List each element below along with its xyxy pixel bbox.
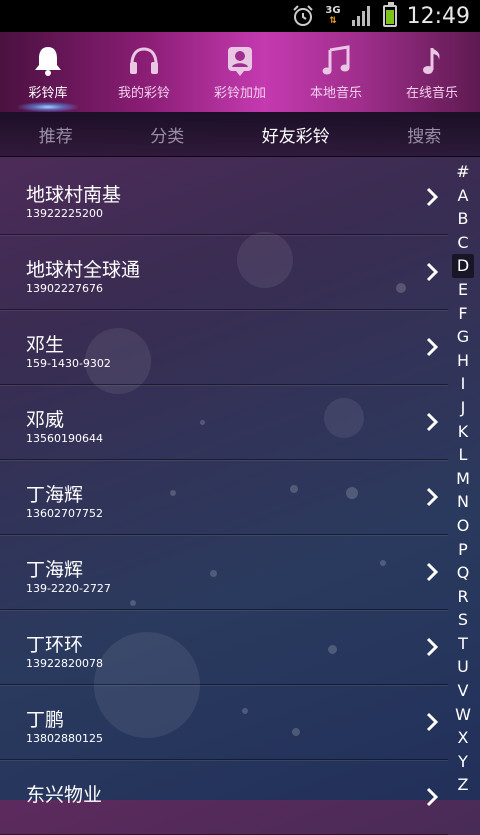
index-letter[interactable]: G (452, 325, 474, 349)
contact-row[interactable]: 邓生 159-1430-9302 (0, 310, 448, 385)
chevron-right-icon (426, 562, 438, 582)
contact-name: 丁环环 (26, 634, 84, 656)
contact-name: 东兴物业 (26, 784, 103, 806)
tab-online-music[interactable]: 在线音乐 (384, 32, 480, 112)
tab-label: 在线音乐 (405, 85, 458, 101)
music-note-double-icon (322, 44, 350, 74)
tab-ringtone-plus[interactable]: 彩铃加加 (192, 32, 288, 112)
contact-name: 地球村南基 (26, 184, 122, 206)
active-tab-glow (18, 102, 78, 112)
index-letter[interactable]: H (452, 349, 474, 373)
tab-label: 我的彩铃 (117, 85, 170, 101)
index-letter[interactable]: U (452, 655, 474, 679)
contact-name: 邓生 (26, 334, 65, 356)
contact-card-icon (228, 46, 252, 76)
index-letter[interactable]: O (452, 514, 474, 538)
index-letter[interactable]: Y (452, 750, 474, 774)
contact-list: 地球村南基 13922225200 地球村全球通 13902227676 邓生 … (0, 160, 448, 835)
contact-row[interactable]: 东兴物业 (0, 760, 448, 835)
chevron-right-icon (426, 412, 438, 432)
index-letter[interactable]: D (452, 254, 474, 278)
contact-row[interactable]: 邓威 13560190644 (0, 385, 448, 460)
index-letter[interactable]: A (452, 184, 474, 208)
index-letter[interactable]: N (452, 490, 474, 514)
index-letter[interactable]: E (452, 278, 474, 302)
contact-name: 丁海辉 (26, 484, 84, 506)
chevron-right-icon (426, 712, 438, 732)
index-letter[interactable]: T (452, 632, 474, 656)
top-tab-bar: 彩铃库 我的彩铃 彩铃加加 本地音乐 在线音乐 (0, 32, 480, 112)
contact-number: 13560190644 (26, 432, 103, 445)
index-letter[interactable]: S (452, 608, 474, 632)
contact-name: 邓威 (26, 409, 65, 431)
headphones-icon (130, 46, 158, 74)
contact-number: 13922225200 (26, 207, 103, 220)
contact-number: 139-2220-2727 (26, 582, 111, 595)
tab-local-music[interactable]: 本地音乐 (288, 32, 384, 112)
contact-name: 丁海辉 (26, 559, 84, 581)
index-letter[interactable]: K (452, 420, 474, 444)
contact-number: 13922820078 (26, 657, 103, 670)
contact-row[interactable]: 丁海辉 13602707752 (0, 460, 448, 535)
index-letter[interactable]: L (452, 443, 474, 467)
contact-name: 丁鹏 (26, 709, 65, 731)
chevron-right-icon (426, 637, 438, 657)
battery-icon (382, 2, 397, 27)
bell-icon (35, 46, 61, 76)
index-letter[interactable]: Z (452, 773, 474, 797)
index-letter[interactable]: R (452, 585, 474, 609)
alphabet-index[interactable]: # A B C D E F G H I J K L M N O P Q R S T U V W X Y Z (450, 160, 476, 797)
status-bar: 3G ⇅ 12:49 (0, 0, 480, 32)
contact-row[interactable]: 地球村全球通 13902227676 (0, 235, 448, 310)
index-letter[interactable]: B (452, 207, 474, 231)
index-letter[interactable]: F (452, 302, 474, 326)
chevron-right-icon (426, 262, 438, 282)
contact-number: 13802880125 (26, 732, 103, 745)
index-letter[interactable]: C (452, 231, 474, 255)
tab-label: 彩铃库 (28, 85, 68, 101)
contact-row[interactable]: 丁海辉 139-2220-2727 (0, 535, 448, 610)
subtab-friends-ringtones[interactable]: 好友彩铃 (248, 122, 344, 147)
network-3g-icon: 3G ⇅ (325, 5, 341, 27)
index-letter[interactable]: M (452, 467, 474, 491)
chevron-right-icon (426, 787, 438, 807)
index-letter[interactable]: X (452, 726, 474, 750)
chevron-right-icon (426, 337, 438, 357)
contact-row[interactable]: 丁鹏 13802880125 (0, 685, 448, 760)
signal-icon (351, 6, 370, 26)
index-letter[interactable]: Q (452, 561, 474, 585)
subtab-category[interactable]: 分类 (136, 122, 198, 147)
music-note-icon (423, 47, 440, 74)
contact-row[interactable]: 地球村南基 13922225200 (0, 160, 448, 235)
sub-tab-bar: 推荐 分类 好友彩铃 搜索 (0, 112, 480, 157)
index-letter[interactable]: W (452, 703, 474, 727)
index-letter[interactable]: P (452, 538, 474, 562)
index-letter[interactable]: # (452, 160, 474, 184)
contact-name: 地球村全球通 (26, 259, 141, 281)
index-letter[interactable]: V (452, 679, 474, 703)
contact-row[interactable]: 丁环环 13922820078 (0, 610, 448, 685)
subtab-search[interactable]: 搜索 (393, 122, 455, 147)
contact-number: 13602707752 (26, 507, 103, 520)
tab-label: 彩铃加加 (213, 85, 266, 101)
tab-ringtone-library[interactable]: 彩铃库 (0, 32, 96, 112)
contact-number: 159-1430-9302 (26, 357, 111, 370)
subtab-recommend[interactable]: 推荐 (25, 122, 87, 147)
tab-my-ringtones[interactable]: 我的彩铃 (96, 32, 192, 112)
alarm-icon (293, 5, 314, 26)
index-letter[interactable]: I (452, 372, 474, 396)
contact-number: 13902227676 (26, 282, 103, 295)
status-time: 12:49 (406, 3, 470, 29)
index-letter[interactable]: J (452, 396, 474, 420)
tab-label: 本地音乐 (309, 85, 362, 101)
chevron-right-icon (426, 187, 438, 207)
chevron-right-icon (426, 487, 438, 507)
